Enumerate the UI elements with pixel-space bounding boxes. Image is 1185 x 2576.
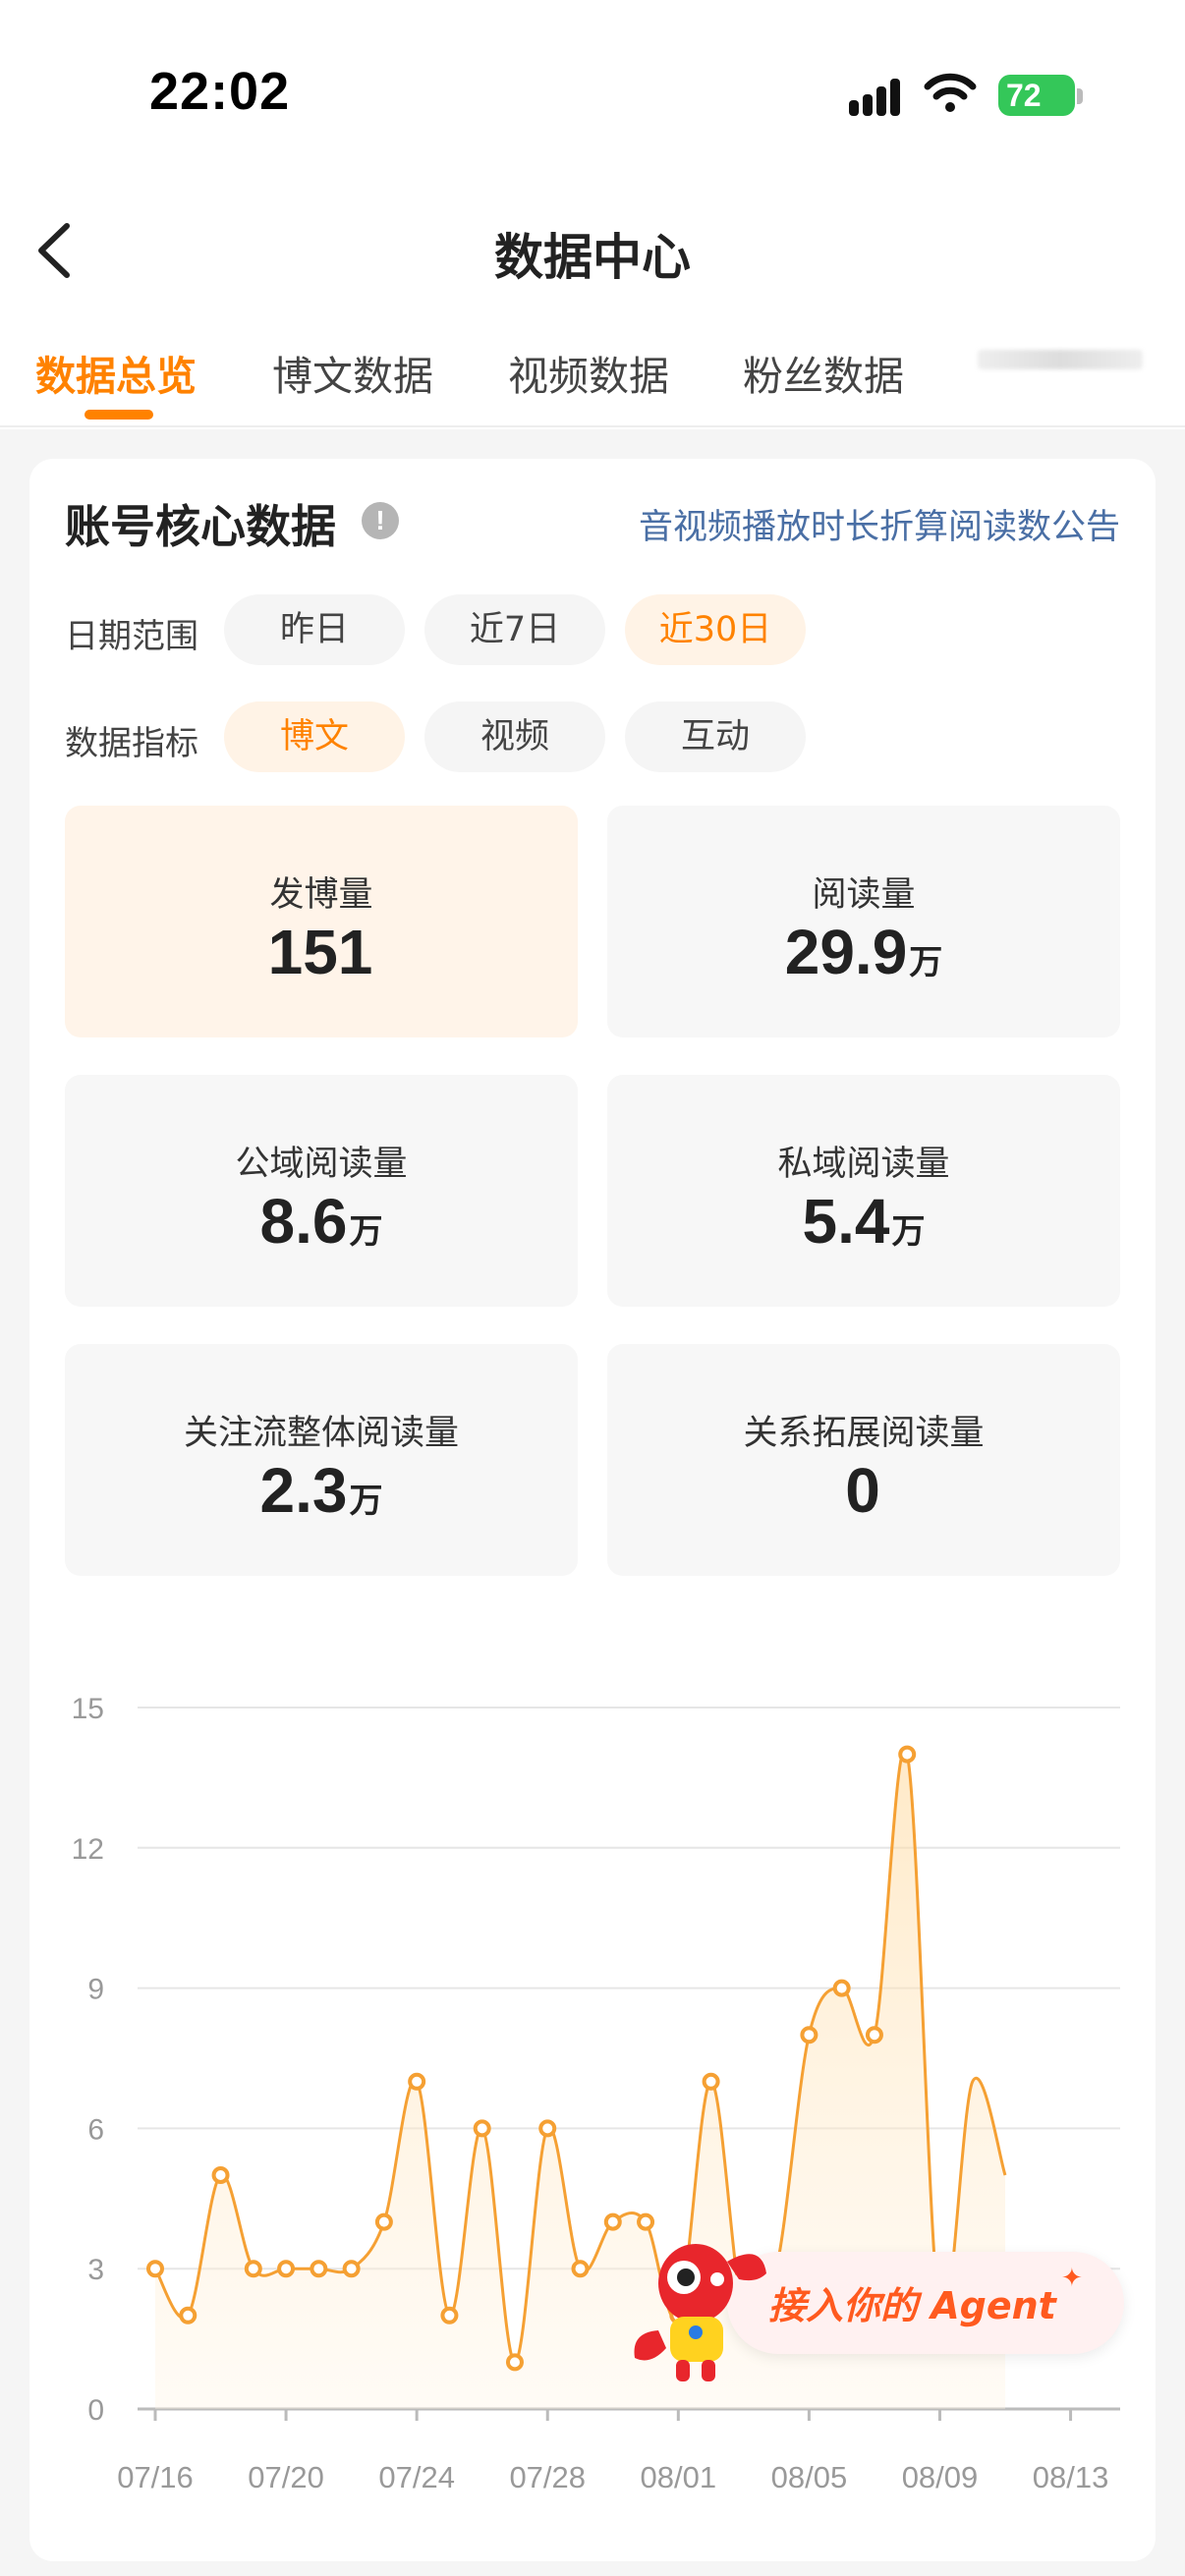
- active-tab-indicator: [85, 410, 153, 420]
- metric-label: 公域阅读量: [235, 1145, 408, 1184]
- y-tick-label: 12: [72, 1833, 104, 1866]
- battery-level: 72: [1006, 78, 1042, 113]
- metric-value: 151: [267, 917, 373, 987]
- x-tick-label: 07/28: [509, 2460, 586, 2494]
- y-tick-label: 0: [87, 2394, 104, 2427]
- data-point-07/27[interactable]: [505, 2353, 524, 2372]
- tab-bar: 数据总览 博文数据 视频数据 粉丝数据: [0, 329, 1185, 427]
- metric-card-follow-feed-reads[interactable]: 关注流整体阅读量 2.3万: [65, 1344, 578, 1576]
- battery-cap: [1077, 88, 1083, 104]
- metric-value: 5.4万: [802, 1186, 926, 1257]
- agent-banner[interactable]: 接入你的 Agent ✦: [727, 2252, 1124, 2354]
- metric-option-interaction[interactable]: 互动: [625, 701, 806, 772]
- data-point-07/19[interactable]: [244, 2260, 262, 2278]
- data-point-07/18[interactable]: [211, 2166, 230, 2184]
- posts-trend-chart[interactable]: 0 3 6 9 12 15 07/16 07/20 07/24 07/28 08/01 08/05 0…: [39, 1660, 1150, 2505]
- metric-card-relation-reads[interactable]: 关系拓展阅读量 0: [607, 1344, 1120, 1576]
- metric-label: 关注流整体阅读量: [183, 1414, 459, 1453]
- x-tick-label: 08/05: [771, 2460, 848, 2494]
- metric-value: 0: [845, 1455, 880, 1526]
- wifi-icon: [924, 73, 977, 112]
- metric-value: 8.6万: [259, 1186, 383, 1257]
- metric-card-private-reads[interactable]: 私域阅读量 5.4万: [607, 1075, 1120, 1307]
- tab-video-data[interactable]: 视频数据: [508, 343, 669, 402]
- data-point-07/25[interactable]: [440, 2306, 459, 2324]
- cellular-signal-icon: [849, 77, 908, 116]
- tab-post-data[interactable]: 博文数据: [272, 343, 433, 402]
- y-tick-label: 3: [87, 2254, 104, 2286]
- metric-type-label: 数据指标: [65, 724, 198, 763]
- status-time: 22:02: [149, 62, 291, 121]
- info-icon[interactable]: !: [362, 502, 399, 539]
- metric-label: 发博量: [269, 875, 373, 915]
- data-point-08/07[interactable]: [865, 2026, 883, 2044]
- data-point-08/08[interactable]: [898, 1745, 917, 1764]
- core-data-title: 账号核心数据: [65, 500, 336, 553]
- date-option-yesterday[interactable]: 昨日: [224, 594, 405, 665]
- data-point-07/23[interactable]: [374, 2212, 393, 2231]
- metric-card-posts[interactable]: 发博量 151: [65, 806, 578, 1037]
- data-point-08/02[interactable]: [702, 2072, 720, 2091]
- y-tick-label: 6: [87, 2113, 104, 2146]
- x-tick-label: 08/13: [1033, 2460, 1109, 2494]
- sparkle-icon: ✦: [1061, 2264, 1083, 2293]
- data-point-07/20[interactable]: [277, 2260, 296, 2278]
- date-option-30days[interactable]: 近30日: [625, 594, 806, 665]
- nav-bar: 数据中心: [0, 196, 1185, 305]
- data-point-07/30[interactable]: [603, 2212, 622, 2231]
- metric-value: 2.3万: [259, 1455, 383, 1526]
- date-range-label: 日期范围: [65, 617, 198, 656]
- x-tick-label: 07/24: [378, 2460, 455, 2494]
- data-point-07/29[interactable]: [571, 2260, 590, 2278]
- y-tick-label: 9: [87, 1974, 104, 2006]
- y-tick-label: 15: [72, 1693, 104, 1725]
- data-point-07/28[interactable]: [538, 2119, 557, 2138]
- notice-link[interactable]: 音视频播放时长折算阅读数公告: [639, 499, 1120, 549]
- data-point-07/26[interactable]: [473, 2119, 491, 2138]
- agent-banner-text: 接入你的 Agent: [768, 2284, 1056, 2327]
- metric-card-public-reads[interactable]: 公域阅读量 8.6万: [65, 1075, 578, 1307]
- data-point-08/05[interactable]: [800, 2026, 818, 2044]
- metric-value: 29.9万: [784, 917, 943, 987]
- metric-label: 关系拓展阅读量: [743, 1414, 985, 1453]
- tab-overview[interactable]: 数据总览: [35, 343, 197, 402]
- x-tick-label: 07/20: [248, 2460, 324, 2494]
- x-tick-label: 08/09: [902, 2460, 979, 2494]
- tab-more-blurred[interactable]: [978, 350, 1143, 369]
- data-point-07/17[interactable]: [179, 2306, 198, 2324]
- x-tick-label: 08/01: [641, 2460, 717, 2494]
- metric-card-reads[interactable]: 阅读量 29.9万: [607, 806, 1120, 1037]
- data-point-07/21[interactable]: [310, 2260, 328, 2278]
- crayfish-mascot-icon[interactable]: [629, 2222, 776, 2389]
- metric-option-video[interactable]: 视频: [424, 701, 605, 772]
- status-bar: 22:02 72: [0, 0, 1185, 177]
- data-point-07/22[interactable]: [342, 2260, 361, 2278]
- data-point-07/24[interactable]: [408, 2072, 426, 2091]
- date-option-7days[interactable]: 近7日: [424, 594, 605, 665]
- metric-label: 阅读量: [812, 875, 916, 915]
- page-title: 数据中心: [494, 229, 691, 286]
- metric-option-posts[interactable]: 博文: [224, 701, 405, 772]
- data-point-08/06[interactable]: [832, 1979, 851, 1997]
- battery-icon: 72: [998, 75, 1075, 116]
- data-point-07/16[interactable]: [146, 2260, 164, 2278]
- tab-fans-data[interactable]: 粉丝数据: [743, 343, 904, 402]
- x-tick-label: 07/16: [117, 2460, 194, 2494]
- metric-label: 私域阅读量: [777, 1145, 950, 1184]
